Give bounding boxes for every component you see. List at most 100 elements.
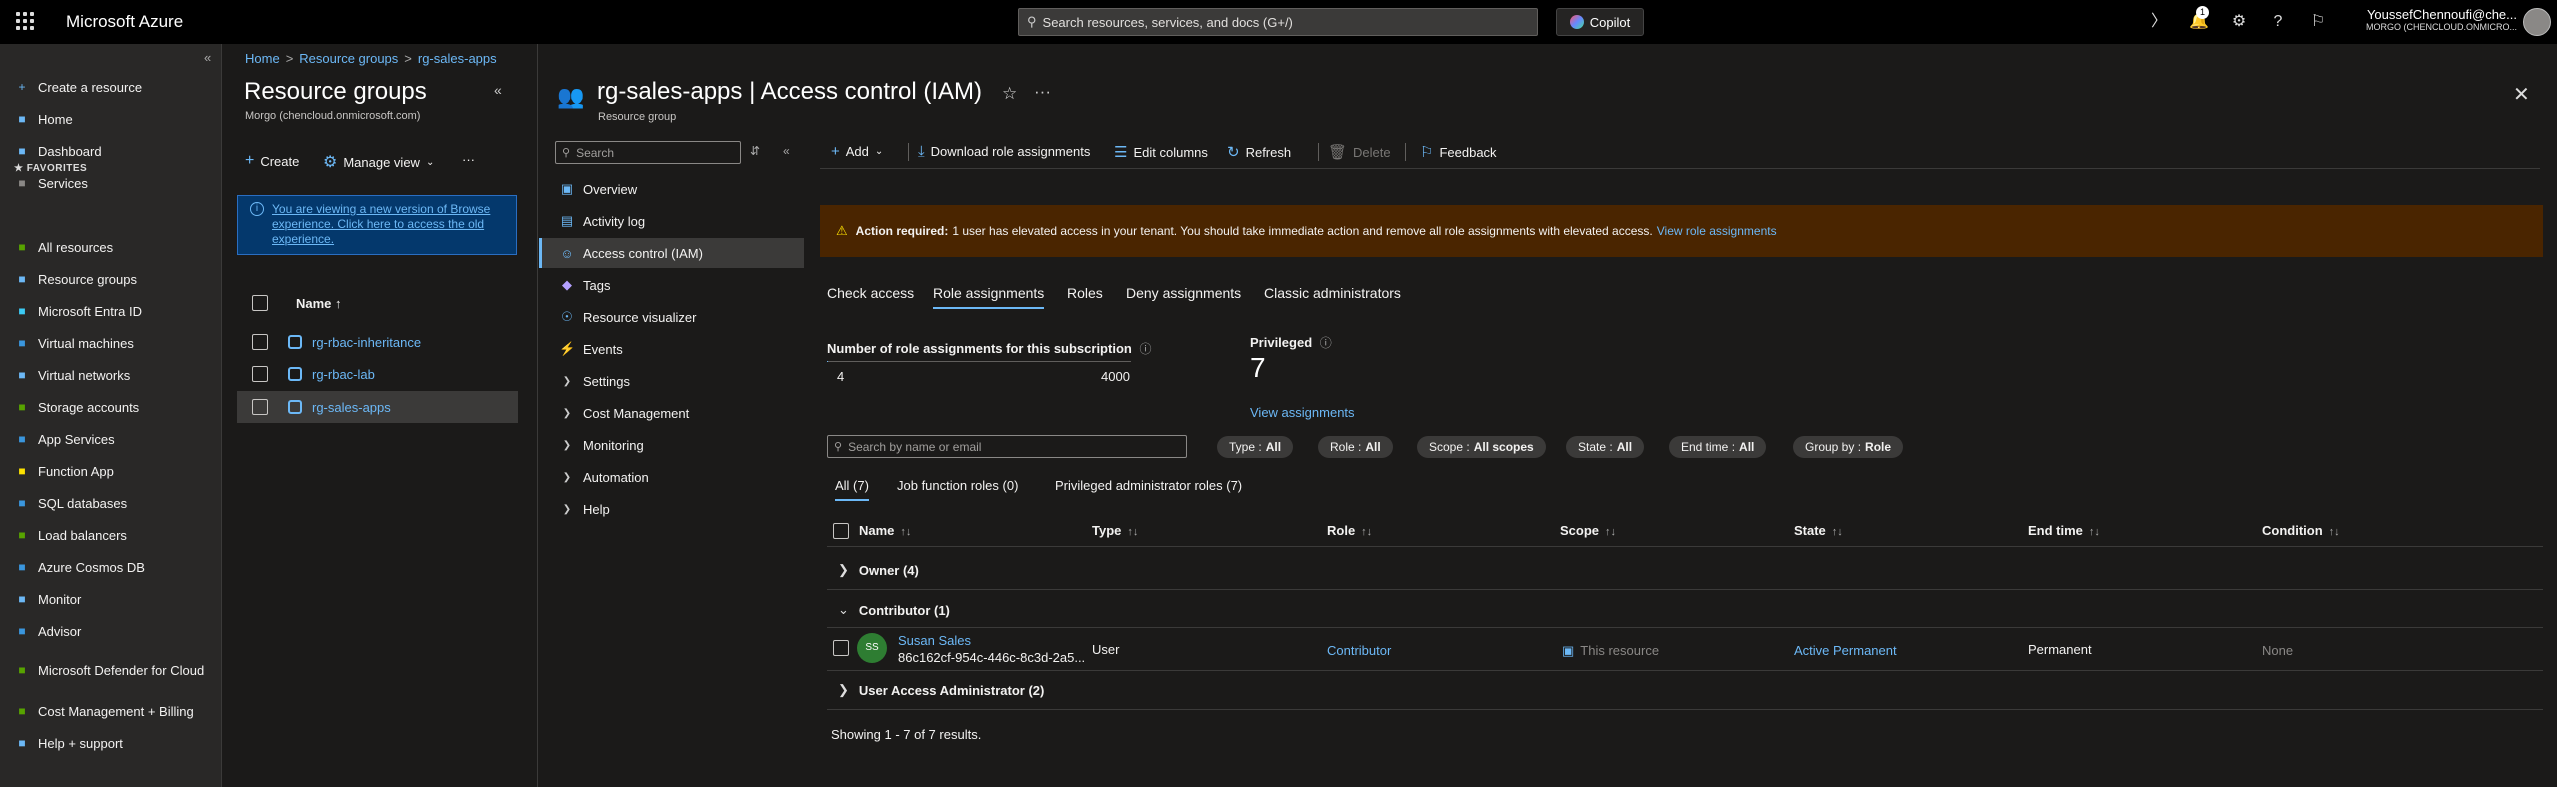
- user-account[interactable]: YoussefChennoufi@che... MORGO (CHENCLOUD…: [2357, 7, 2517, 32]
- gear-icon[interactable]: ⚙: [2229, 12, 2249, 32]
- download-role-assignments-button[interactable]: ⤓ Download role assignments: [918, 143, 1090, 160]
- breadcrumb-home[interactable]: Home: [245, 51, 280, 66]
- state-link[interactable]: Active Permanent: [1794, 643, 1897, 658]
- info-icon[interactable]: ⓘ: [1320, 336, 1332, 350]
- menu-item-activity-log[interactable]: ▤ Activity log: [539, 206, 804, 236]
- assignment-search-input[interactable]: ⚲ Search by name or email: [827, 435, 1187, 458]
- collapse-panel-icon[interactable]: «: [494, 82, 502, 98]
- rg-row[interactable]: rg-rbac-inheritance: [237, 326, 518, 358]
- view-assignments-link[interactable]: View assignments: [1250, 405, 1355, 420]
- expand-collapse-icon[interactable]: ⇵: [750, 144, 760, 158]
- menu-item-tags[interactable]: ◆ Tags: [539, 270, 804, 300]
- rg-row-selected[interactable]: rg-sales-apps: [237, 391, 518, 423]
- sidebar-item-microsoft-entra-id[interactable]: ■ Microsoft Entra ID: [14, 298, 214, 324]
- sidebar-item-home[interactable]: ■ Home: [14, 106, 214, 132]
- delete-button[interactable]: 🗑 Delete: [1328, 143, 1391, 161]
- tab-classic-administrators[interactable]: Classic administrators: [1264, 285, 1401, 301]
- sidebar-item-sql-databases[interactable]: ■ SQL databases: [14, 490, 214, 516]
- view-role-assignments-link[interactable]: View role assignments: [1657, 224, 1777, 238]
- new-experience-info-banner[interactable]: i You are viewing a new version of Browse…: [237, 195, 517, 255]
- edit-columns-button[interactable]: ☰ Edit columns: [1114, 143, 1208, 161]
- sidebar-item-dashboard[interactable]: ■ Dashboard: [14, 138, 214, 164]
- filter-role[interactable]: Role : All: [1318, 436, 1393, 458]
- sidebar-item-function-app[interactable]: ■ Function App: [14, 458, 214, 484]
- avatar[interactable]: [2523, 8, 2551, 36]
- menu-item-monitoring[interactable]: ❯ Monitoring: [539, 430, 804, 460]
- sidebar-item-azure-cosmos-db[interactable]: ■ Azure Cosmos DB: [14, 554, 214, 580]
- menu-item-resource-visualizer[interactable]: ☉ Resource visualizer: [539, 302, 804, 332]
- copilot-button[interactable]: Copilot: [1556, 8, 1644, 36]
- group-owner[interactable]: ❯ Owner (4): [838, 562, 919, 578]
- row-checkbox[interactable]: [252, 399, 268, 415]
- feedback-icon[interactable]: ⚐: [2308, 12, 2328, 32]
- portal-menu-icon[interactable]: [16, 12, 34, 30]
- feedback-button[interactable]: ⚐ Feedback: [1420, 143, 1497, 161]
- help-icon[interactable]: ?: [2268, 12, 2288, 32]
- tab-role-assignments[interactable]: Role assignments: [933, 285, 1045, 309]
- row-checkbox[interactable]: [252, 366, 268, 382]
- filter-state[interactable]: State : All: [1566, 436, 1645, 458]
- subtab-job-function-roles[interactable]: Job function roles (0): [897, 478, 1018, 493]
- breadcrumb-current[interactable]: rg-sales-apps: [418, 51, 497, 66]
- group-user-access-administrator[interactable]: ❯ User Access Administrator (2): [838, 682, 1044, 698]
- menu-search-input[interactable]: ⚲ Search: [555, 141, 741, 164]
- collapse-menu-icon[interactable]: «: [783, 144, 790, 158]
- rg-row-name[interactable]: rg-rbac-lab: [312, 367, 375, 382]
- sidebar-item-load-balancers[interactable]: ■ Load balancers: [14, 522, 214, 548]
- filter-end-time[interactable]: End time : All: [1669, 436, 1767, 458]
- column-header-scope[interactable]: Scope ↑↓: [1560, 523, 1616, 538]
- rg-row-name[interactable]: rg-rbac-inheritance: [312, 335, 421, 350]
- add-button[interactable]: + Add ⌄: [831, 143, 883, 160]
- column-header-condition[interactable]: Condition ↑↓: [2262, 523, 2340, 538]
- create-button[interactable]: + Create: [245, 152, 299, 170]
- breadcrumb-resource-groups[interactable]: Resource groups: [299, 51, 398, 66]
- sidebar-item-help-support[interactable]: ■ Help + support: [14, 730, 214, 756]
- subtab-privileged-admin-roles[interactable]: Privileged administrator roles (7): [1055, 478, 1242, 493]
- select-all-checkbox[interactable]: [252, 295, 268, 311]
- close-icon[interactable]: ✕: [2513, 82, 2530, 107]
- column-header-end-time[interactable]: End time ↑↓: [2028, 523, 2100, 538]
- rg-row[interactable]: rg-rbac-lab: [237, 358, 518, 390]
- group-contributor[interactable]: ⌄ Contributor (1): [838, 602, 950, 618]
- menu-item-automation[interactable]: ❯ Automation: [539, 462, 804, 492]
- tab-roles[interactable]: Roles: [1067, 285, 1103, 301]
- menu-item-settings[interactable]: ❯ Settings: [539, 366, 804, 396]
- assignee-name-link[interactable]: Susan Sales: [898, 633, 971, 648]
- row-checkbox[interactable]: [833, 640, 849, 656]
- cloud-shell-icon[interactable]: 〉: [2149, 12, 2169, 32]
- more-options-icon[interactable]: ···: [1034, 82, 1051, 102]
- row-checkbox[interactable]: [252, 334, 268, 350]
- rg-name-column-header[interactable]: Name ↑: [252, 295, 342, 311]
- rg-row-name[interactable]: rg-sales-apps: [312, 400, 391, 415]
- subtab-all[interactable]: All (7): [835, 478, 869, 501]
- tab-deny-assignments[interactable]: Deny assignments: [1126, 285, 1241, 301]
- collapse-nav-icon[interactable]: «: [204, 50, 211, 65]
- filter-type[interactable]: Type : All: [1217, 436, 1294, 458]
- filter-group-by[interactable]: Group by : Role: [1793, 436, 1904, 458]
- info-icon[interactable]: ⓘ: [1139, 342, 1151, 356]
- role-link[interactable]: Contributor: [1327, 643, 1391, 658]
- sidebar-item-virtual-networks[interactable]: ■ Virtual networks: [14, 362, 214, 388]
- sidebar-item-advisor[interactable]: ■ Advisor: [14, 618, 214, 644]
- sidebar-item-resource-groups[interactable]: ■ Resource groups: [14, 266, 214, 292]
- column-header-name[interactable]: Name ↑↓: [859, 523, 911, 538]
- manage-view-button[interactable]: ⚙ Manage view ⌄: [323, 152, 434, 172]
- sidebar-item-microsoft-defender-for-cloud[interactable]: ■ Microsoft Defender for Cloud: [14, 650, 214, 690]
- favorite-star-icon[interactable]: ☆: [1002, 84, 1017, 104]
- sidebar-item-virtual-machines[interactable]: ■ Virtual machines: [14, 330, 214, 356]
- sidebar-item-cost-management-billing[interactable]: ■ Cost Management + Billing: [14, 698, 214, 724]
- menu-item-help[interactable]: ❯ Help: [539, 494, 804, 524]
- info-banner-text[interactable]: You are viewing a new version of Browse …: [272, 202, 490, 246]
- more-options-icon[interactable]: ···: [462, 152, 475, 167]
- filter-scope[interactable]: Scope : All scopes: [1417, 436, 1546, 458]
- column-header-state[interactable]: State ↑↓: [1794, 523, 1843, 538]
- column-header-role[interactable]: Role ↑↓: [1327, 523, 1372, 538]
- menu-item-cost-management[interactable]: ❯ Cost Management: [539, 398, 804, 428]
- tab-check-access[interactable]: Check access: [827, 285, 914, 301]
- sidebar-item-monitor[interactable]: ■ Monitor: [14, 586, 214, 612]
- sidebar-item-create-a-resource[interactable]: + Create a resource: [14, 74, 214, 100]
- refresh-button[interactable]: ↻ Refresh: [1227, 143, 1291, 161]
- menu-item-access-control-iam[interactable]: ☺ Access control (IAM): [539, 238, 804, 268]
- sidebar-item-all-resources[interactable]: ■ All resources: [14, 234, 214, 260]
- sidebar-item-app-services[interactable]: ■ App Services: [14, 426, 214, 452]
